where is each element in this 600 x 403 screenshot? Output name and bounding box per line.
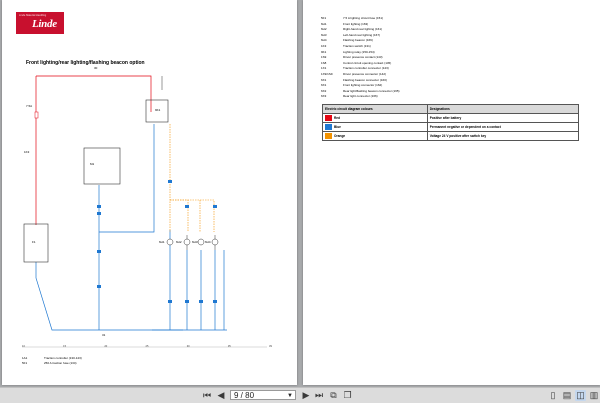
diagram-legend: 1A1 Traction controller (130-143) 5F1 250 … (22, 356, 82, 366)
designation-text: Voltage 24 V positive after switch key (429, 134, 487, 138)
lamp-label-6h4: 6H4 (205, 240, 211, 244)
wiring-diagram (22, 75, 267, 348)
tick-label: 20 (104, 345, 108, 348)
line-label-top: 30 (94, 66, 98, 70)
table-row: Blue Permanent negative or dependent on … (322, 122, 580, 132)
previous-page-icon[interactable]: ◀ (216, 390, 226, 401)
designation-text: Positive after battery (429, 116, 462, 120)
switch-label: 1K3 (24, 150, 30, 154)
component-row: 6X3 Rear light connector (166) (321, 94, 400, 100)
component-text: Flashing beacon (169) (343, 38, 373, 43)
relay-label: 9K1 (155, 108, 161, 112)
component-text: Driver presence contact (143) (343, 55, 383, 60)
page-number-value: 9 / 80 (234, 391, 255, 400)
lamp-6h3 (197, 238, 205, 246)
component-text: Driver presence connector (142) (343, 71, 387, 76)
tick-label: 15 (63, 345, 67, 348)
pdf-viewer-toolbar: ⏮ ◀ 9 / 80 ▼ ▶ ⏭ ⧉ ❐ ▯ ▤ ◫ ▥ (0, 387, 600, 403)
copy-all-icon[interactable]: ❐ (342, 390, 353, 401)
designation-cell: Voltage 24 V positive after switch key (426, 131, 580, 141)
designation-text: Permanent negative or dependent on a con… (429, 125, 501, 129)
component-text: Right-hand rear lighting (161) (343, 27, 383, 32)
color-cell: Red (322, 113, 428, 123)
legend-code: 5F1 (22, 361, 28, 365)
tick-label: 39 (269, 345, 272, 348)
table-row: Red Positive after battery (322, 113, 580, 123)
component-text: Left-hand rear lighting (167) (343, 32, 381, 37)
color-name: Red (334, 115, 341, 120)
component-text: Lighting relay (150-154) (343, 49, 375, 54)
tick-ruler: 10 15 20 25 30 35 39 (22, 345, 272, 348)
component-list: 5F1 7.5 A lighting circuit fuse (151) 6H1… (321, 16, 400, 100)
component-text: Rear light/flashing beacon connector (16… (343, 88, 400, 93)
red-wire-top (36, 75, 152, 102)
color-cell: Orange (322, 131, 428, 141)
document-page-left: Linde Material Handling Linde Front ligh… (2, 0, 297, 385)
continuous-page-icon[interactable]: ▤ (562, 390, 572, 401)
lamp-6h4 (211, 238, 219, 246)
lamp-6h2 (183, 238, 191, 246)
blue-wire-bottom (35, 262, 183, 331)
chevron-down-icon[interactable]: ▼ (287, 391, 293, 401)
lamp-label-6h2: 6H2 (176, 240, 182, 244)
component-text: Flashing beacon connector (160) (343, 77, 387, 82)
designation-cell: Permanent negative or dependent on a con… (426, 122, 580, 132)
legend-text: 250 A traction fuse (134) (44, 361, 77, 365)
tick-label: 10 (22, 345, 25, 348)
component-code: 6X3 (321, 94, 327, 99)
table-header: Designations (426, 104, 580, 114)
two-page-icon[interactable]: ◫ (575, 390, 586, 401)
tick-label: 30 (186, 345, 190, 348)
tick-label: 35 (227, 345, 231, 348)
component-text: Front lighting (163) (343, 21, 369, 26)
line-label-mid: 31 (102, 333, 106, 337)
color-swatch-orange (325, 133, 332, 139)
color-cell: Blue (322, 122, 428, 132)
designation-cell: Positive after battery (426, 113, 580, 123)
controller-box (83, 147, 121, 185)
component-text: Rear light connector (166) (343, 94, 378, 99)
color-name: Orange (334, 133, 346, 138)
single-page-icon[interactable]: ▯ (548, 390, 558, 401)
two-page-continuous-icon[interactable]: ▥ (589, 390, 599, 401)
lamp-6h1 (166, 238, 174, 246)
lamp-label-6h1: 6H1 (159, 240, 165, 244)
fuse-label: F1 (32, 240, 36, 244)
color-name: Blue (334, 124, 341, 129)
color-swatch-blue (325, 124, 332, 130)
controller-label: M1 (90, 162, 95, 166)
fuse-rating-label: 7.5A (26, 104, 33, 108)
fuse-symbol (34, 111, 39, 119)
component-text: 7.5 A lighting circuit fuse (151) (343, 16, 384, 20)
table-header: Electric circuit diagram colours (322, 104, 428, 114)
document-page-right: 5F1 7.5 A lighting circuit fuse (151) 6H1… (303, 0, 600, 385)
battery-box (23, 223, 49, 263)
color-swatch-red (325, 115, 332, 121)
component-text: Control circuit opening contact (145) (343, 60, 392, 65)
copy-icon[interactable]: ⧉ (328, 390, 339, 401)
lamp-label-6h3: 6H3 (192, 240, 198, 244)
next-page-icon[interactable]: ▶ (301, 390, 311, 401)
color-legend-table: Electric circuit diagram colours Designa… (322, 104, 580, 141)
last-page-icon[interactable]: ⏭ (314, 390, 324, 401)
tick-label: 25 (145, 345, 149, 348)
table-row: Orange Voltage 24 V positive after switc… (322, 131, 580, 141)
component-text: Traction switch (131) (343, 43, 371, 48)
legend-row: 5F1 250 A traction fuse (134) (22, 361, 82, 366)
component-text: Front lighting connector (162) (343, 83, 383, 88)
component-text: Traction controller connector (143) (343, 66, 389, 71)
page-number-input[interactable]: 9 / 80 ▼ (230, 390, 296, 400)
first-page-icon[interactable]: ⏮ (202, 390, 212, 401)
